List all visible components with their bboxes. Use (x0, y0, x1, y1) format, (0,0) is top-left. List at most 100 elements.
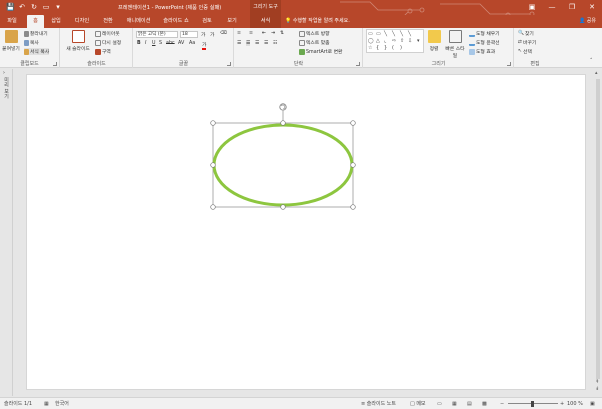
shape-effects-button[interactable]: 도형 효과 (469, 48, 495, 55)
line-shape-icon[interactable]: ╲ (408, 31, 411, 37)
justify-button[interactable]: ☰ (264, 41, 268, 46)
shapes-gallery[interactable]: ▭ ▭ ╲ ╲ ╲ ╲ ◯ △ ⌞ ⇨ ⇧ ⇩ ☆ { } ( ) ▾ (366, 29, 424, 53)
align-left-button[interactable]: ☰ (237, 41, 241, 46)
dialog-launcher-icon[interactable] (227, 62, 231, 66)
tab-animations[interactable]: 애니메이션 (121, 15, 156, 28)
change-case-button[interactable]: Aa (189, 41, 195, 46)
present-icon[interactable]: ▭ (42, 3, 50, 11)
strikethrough-button[interactable]: abc (166, 41, 175, 46)
brace-shape-icon[interactable]: } (384, 45, 387, 51)
format-painter-button[interactable]: 서식 복사 (24, 48, 50, 55)
resize-handle-e[interactable] (350, 162, 356, 168)
line-shape-icon[interactable]: ╲ (392, 31, 395, 37)
shrink-font-button[interactable]: 가 (210, 31, 214, 38)
save-icon[interactable]: 💾 (6, 3, 15, 11)
reading-view-icon[interactable]: ▤ (467, 398, 472, 409)
text-direction-button[interactable]: 텍스트 방향 (299, 30, 330, 37)
numbering-button[interactable]: ≡ (249, 31, 253, 36)
zoom-out-icon[interactable]: − (500, 398, 504, 409)
selected-ellipse-shape[interactable] (207, 101, 359, 213)
resize-handle-sw[interactable] (210, 204, 216, 210)
scrollbar-thumb[interactable] (596, 79, 600, 379)
tab-format[interactable]: 서식 (250, 15, 281, 28)
resize-handle-se[interactable] (350, 204, 356, 210)
cut-button[interactable]: 잘라내기 (24, 30, 48, 37)
prev-slide-icon[interactable]: ↟ (595, 379, 599, 385)
arrow-shape-icon[interactable]: ⇨ (392, 38, 396, 44)
replace-button[interactable]: ⇄ 바꾸기 (518, 39, 536, 46)
tab-transitions[interactable]: 전환 (98, 15, 118, 28)
close-icon[interactable]: ✕ (582, 0, 602, 15)
bullets-button[interactable]: ≡ (237, 31, 241, 36)
align-center-button[interactable]: ☰ (246, 41, 251, 46)
tell-me-box[interactable]: 💡 수행할 작업을 알려 주세요. (285, 15, 350, 28)
align-text-button[interactable]: 텍스트 맞춤 (299, 39, 330, 46)
spellcheck-icon[interactable]: ▦ (44, 398, 49, 409)
minimize-icon[interactable]: — (542, 0, 562, 15)
undo-icon[interactable]: ↶ (18, 3, 26, 11)
find-button[interactable]: 🔍 찾기 (518, 30, 534, 37)
shadow-button[interactable]: S (159, 41, 162, 46)
grow-font-button[interactable]: 가 (201, 31, 205, 38)
ribbon-display-icon[interactable]: ▣ (522, 0, 542, 15)
expand-pane-icon[interactable]: › (3, 71, 5, 76)
rectangle-shape-icon[interactable]: ▭ (376, 31, 381, 37)
oval-shape-icon[interactable]: ◯ (368, 38, 374, 44)
gallery-more-icon[interactable]: ▾ (417, 38, 420, 44)
zoom-slider-thumb[interactable] (531, 401, 534, 407)
arrow-shape-icon[interactable]: ⇩ (408, 38, 412, 44)
zoom-in-icon[interactable]: + (560, 398, 564, 409)
tab-review[interactable]: 검토 (197, 15, 217, 28)
normal-view-icon[interactable]: ▭ (437, 398, 442, 409)
notes-button[interactable]: ≡ 슬라이드 노트 (361, 398, 396, 409)
underline-button[interactable]: U (152, 41, 156, 46)
vertical-scrollbar[interactable]: ▴ ↟ ↡ (594, 69, 602, 396)
bracket-shape-icon[interactable]: ) (400, 45, 402, 51)
language-indicator[interactable]: 한국어 (55, 398, 69, 409)
paste-button[interactable]: 붙여넣기 (1, 30, 21, 52)
slideshow-view-icon[interactable]: ▩ (482, 398, 487, 409)
shape-outline-button[interactable]: 도형 윤곽선 (469, 39, 500, 46)
resize-handle-nw[interactable] (210, 120, 216, 126)
section-button[interactable]: 구역 (95, 48, 111, 55)
ellipse[interactable] (212, 123, 354, 207)
brace-shape-icon[interactable]: { (376, 45, 379, 51)
tab-slideshow[interactable]: 슬라이드 쇼 (159, 15, 193, 28)
tab-view[interactable]: 보기 (222, 15, 242, 28)
share-button[interactable]: 👤 공유 (579, 17, 596, 26)
next-slide-icon[interactable]: ↡ (595, 386, 599, 392)
italic-button[interactable]: I (145, 41, 146, 46)
restore-icon[interactable]: ❐ (562, 0, 582, 15)
comments-button[interactable]: □ 메모 (410, 398, 426, 409)
resize-handle-ne[interactable] (350, 120, 356, 126)
star-shape-icon[interactable]: ☆ (368, 45, 372, 51)
bold-button[interactable]: B (137, 41, 141, 46)
bracket-shape-icon[interactable]: ( (392, 45, 394, 51)
rectangle-shape-icon[interactable]: ▭ (368, 31, 373, 37)
redo-icon[interactable]: ↻ (30, 3, 38, 11)
spacing-button[interactable]: AV (178, 41, 184, 46)
increase-indent-button[interactable]: ⇥ (271, 31, 275, 36)
arrow-shape-icon[interactable]: ⇧ (400, 38, 404, 44)
quick-styles-button[interactable]: 빠른 스타일 (444, 30, 466, 59)
tab-design[interactable]: 디자인 (70, 15, 94, 28)
decrease-indent-button[interactable]: ⇤ (262, 31, 266, 36)
line-shape-icon[interactable]: ╲ (400, 31, 403, 37)
shape-fill-button[interactable]: 도형 채우기 (469, 30, 500, 37)
clear-format-icon[interactable]: ⌫ (220, 31, 227, 36)
align-right-button[interactable]: ☰ (255, 41, 259, 46)
triangle-shape-icon[interactable]: △ (376, 38, 380, 44)
select-button[interactable]: ↖ 선택 (518, 48, 532, 55)
resize-handle-s[interactable] (280, 204, 286, 210)
zoom-level[interactable]: 100 % (567, 398, 583, 409)
dialog-launcher-icon[interactable] (53, 62, 57, 66)
smartart-button[interactable]: SmartArt로 변환 (299, 48, 342, 55)
dialog-launcher-icon[interactable] (507, 62, 511, 66)
reset-button[interactable]: 다시 설정 (95, 39, 121, 46)
line-shape-icon[interactable]: ╲ (384, 31, 387, 37)
dialog-launcher-icon[interactable] (356, 62, 360, 66)
layout-button[interactable]: 레이아웃 (95, 30, 120, 37)
font-name-combo[interactable]: 맑은 고딕 (본) (136, 31, 178, 38)
line-spacing-button[interactable]: ⇅ (280, 31, 284, 36)
columns-button[interactable]: ☷ (273, 41, 277, 46)
